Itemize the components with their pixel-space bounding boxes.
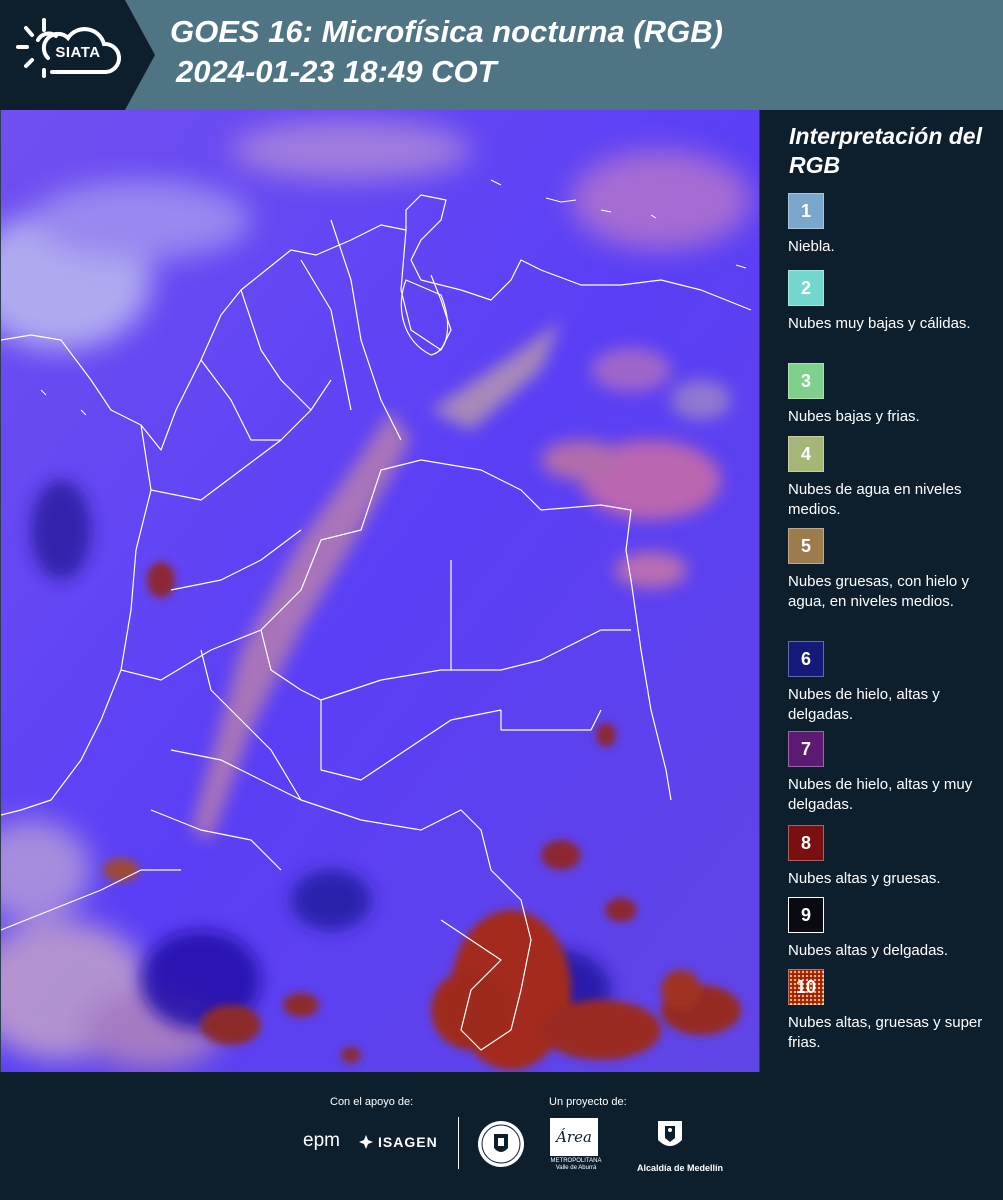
legend-item-4: 4 Nubes de agua en niveles medios. (788, 436, 998, 520)
legend-item-2: 2 Nubes muy bajas y cálidas. (788, 270, 998, 334)
isagen-text: ISAGEN (378, 1134, 438, 1150)
legend-item-5: 5 Nubes gruesas, con hielo y agua, en ni… (788, 528, 998, 612)
footer: Con el apoyo de: Un proyecto de: epm ISA… (0, 1072, 1003, 1200)
alcaldia-medellin-label: Alcaldía de Medellín (637, 1163, 724, 1173)
legend-swatch-9: 9 (788, 897, 824, 933)
page-title: GOES 16: Microfísica nocturna (RGB) (170, 14, 723, 49)
legend-swatch-5: 5 (788, 528, 824, 564)
legend-label-9: Nubes altas y delgadas. (788, 942, 949, 959)
legend-swatch-6: 6 (788, 641, 824, 677)
legend-label-6: Nubes de hielo, altas y delgadas. (788, 686, 940, 723)
legend-item-10: 10 Nubes altas, gruesas y super frias. (788, 969, 998, 1053)
legend: Interpretación del RGB 1 Niebla. 2 Nubes… (760, 110, 1003, 1072)
area-metropolitana-logo: Área METROPOLITANA Valle de Aburrá (550, 1118, 602, 1171)
legend-swatch-10: 10 (788, 969, 824, 1005)
legend-label-4: Nubes de agua en niveles medios. (788, 481, 962, 518)
legend-label-3: Nubes bajas y frias. (788, 408, 920, 425)
legend-swatch-2: 2 (788, 270, 824, 306)
legend-item-8: 8 Nubes altas y gruesas. (788, 825, 998, 889)
legend-label-5: Nubes gruesas, con hielo y agua, en nive… (788, 573, 969, 610)
legend-swatch-4: 4 (788, 436, 824, 472)
alcaldia-medellin-logo: Alcaldía de Medellín (637, 1118, 724, 1174)
legend-label-10: Nubes altas, gruesas y super frias. (788, 1014, 983, 1051)
siata-logo: SIATA (0, 0, 155, 110)
legend-item-1: 1 Niebla. (788, 193, 998, 257)
header: SIATA GOES 16: Microfísica nocturna (RGB… (0, 0, 1003, 110)
legend-swatch-3: 3 (788, 363, 824, 399)
medellin-shield-icon (658, 1121, 682, 1146)
timestamp: 2024-01-23 18:49 COT (176, 54, 497, 89)
legend-item-7: 7 Nubes de hielo, altas y muy delgadas. (788, 731, 998, 815)
legend-item-9: 9 Nubes altas y delgadas. (788, 897, 998, 961)
legend-label-8: Nubes altas y gruesas. (788, 870, 941, 887)
legend-swatch-8: 8 (788, 825, 824, 861)
isagen-icon (359, 1135, 373, 1149)
legend-item-6: 6 Nubes de hielo, altas y delgadas. (788, 641, 998, 725)
footer-divider (458, 1117, 459, 1169)
legend-label-1: Niebla. (788, 238, 835, 255)
logo-text: SIATA (55, 44, 101, 61)
legend-label-7: Nubes de hielo, altas y muy delgadas. (788, 776, 973, 813)
legend-swatch-1: 1 (788, 193, 824, 229)
area-logo-subtitle: METROPOLITANA Valle de Aburrá (550, 1158, 602, 1171)
legend-title: Interpretación del RGB (789, 123, 982, 178)
support-label: Con el apoyo de: (330, 1096, 414, 1108)
isagen-logo: ISAGEN (358, 1132, 438, 1152)
medellin-seal-icon (478, 1121, 524, 1167)
area-logo-text: Área (550, 1118, 598, 1156)
epm-logo: epm (303, 1130, 340, 1151)
satellite-image (1, 110, 759, 1072)
legend-label-2: Nubes muy bajas y cálidas. (788, 315, 971, 332)
legend-item-3: 3 Nubes bajas y frias. (788, 363, 998, 427)
satellite-map (0, 110, 760, 1072)
project-label: Un proyecto de: (549, 1096, 627, 1108)
legend-swatch-7: 7 (788, 731, 824, 767)
